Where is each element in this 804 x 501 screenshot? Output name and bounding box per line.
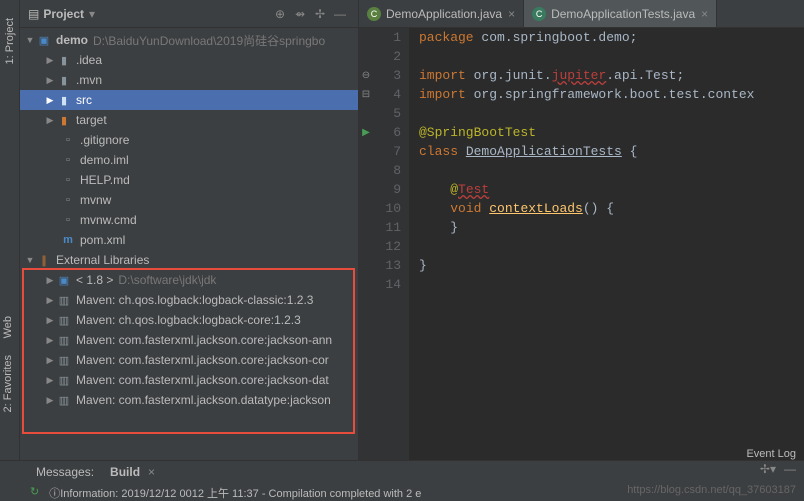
editor-tab[interactable]: CDemoApplication.java× [359,0,524,27]
messages-label: Messages: [28,463,102,481]
tree-file[interactable]: mpom.xml [20,230,358,250]
event-log-tab[interactable]: Event Log [746,448,796,460]
settings-icon[interactable]: ✢ [310,7,330,21]
editor-tab-active[interactable]: CDemoApplicationTests.java× [524,0,717,27]
maven-lib[interactable]: ▶▥Maven: com.fasterxml.jackson.core:jack… [20,330,358,350]
close-icon[interactable]: × [701,7,708,21]
collapse-icon[interactable]: ⇴ [290,7,310,21]
close-icon[interactable]: × [508,7,515,21]
gear-icon[interactable]: ✢▾ [760,462,776,476]
chevron-down-icon[interactable]: ▾ [89,7,95,21]
panel-header: ▤ Project ▾ ⊕ ⇴ ✢ — [20,0,358,28]
jdk-node[interactable]: ▶▣< 1.8 >D:\software\jdk\jdk [20,270,358,290]
class-icon: C [532,7,546,21]
hide-icon[interactable]: — [330,7,350,21]
maven-lib[interactable]: ▶▥Maven: ch.qos.logback:logback-core:1.2… [20,310,358,330]
maven-lib[interactable]: ▶▥Maven: ch.qos.logback:logback-classic:… [20,290,358,310]
project-icon: ▤ [28,7,39,21]
web-tab[interactable]: Web [0,308,16,346]
maven-lib[interactable]: ▶▥Maven: com.fasterxml.jackson.core:jack… [20,370,358,390]
tree-file[interactable]: ▫.gitignore [20,130,358,150]
tree-file[interactable]: ▫HELP.md [20,170,358,190]
tree-file[interactable]: ▫demo.iml [20,150,358,170]
tree-root[interactable]: ▼▣ demo D:\BaiduYunDownload\2019尚硅谷sprin… [20,30,358,50]
info-icon: ⓘ [49,485,60,501]
line-numbers: 1234567891011121314 [373,28,409,460]
hide-icon[interactable]: — [784,462,796,476]
gutter-icons: ⊖⊟ ▶ [359,28,373,460]
messages-tools: ✢▾ — [760,462,796,476]
tree-folder-idea[interactable]: ▶▮.idea [20,50,358,70]
build-message: Information: 2019/12/12 0012 上午 11:37 - … [60,485,421,501]
panel-title: Project [43,7,84,21]
maven-lib[interactable]: ▶▥Maven: com.fasterxml.jackson.datatype:… [20,390,358,410]
close-icon[interactable]: × [148,465,155,479]
favorites-tab[interactable]: 2: Favorites [0,347,16,420]
tree-folder-mvn[interactable]: ▶▮.mvn [20,70,358,90]
rerun-icon[interactable]: ↻ [30,485,39,498]
code-editor[interactable]: ⊖⊟ ▶ 1234567891011121314 package com.spr… [359,28,804,460]
class-icon: C [367,7,381,21]
project-tree: ▼▣ demo D:\BaiduYunDownload\2019尚硅谷sprin… [20,28,358,460]
tree-file[interactable]: ▫mvnw.cmd [20,210,358,230]
maven-lib[interactable]: ▶▥Maven: com.fasterxml.jackson.core:jack… [20,350,358,370]
run-icon[interactable]: ▶ [359,123,373,142]
tree-file[interactable]: ▫mvnw [20,190,358,210]
external-libraries[interactable]: ▼∥External Libraries [20,250,358,270]
watermark: https://blog.csdn.net/qq_37603187 [627,484,796,496]
editor-area: CDemoApplication.java× CDemoApplicationT… [358,0,804,460]
build-tab[interactable]: Build [102,463,148,481]
tree-folder-target[interactable]: ▶▮target [20,110,358,130]
project-panel: ▤ Project ▾ ⊕ ⇴ ✢ — ▼▣ demo D:\BaiduYunD… [20,0,358,460]
locate-icon[interactable]: ⊕ [270,7,290,21]
project-tool-tab[interactable]: 1: Project [2,10,18,72]
editor-tabs: CDemoApplication.java× CDemoApplicationT… [359,0,804,28]
tree-folder-src[interactable]: ▶▮src [20,90,358,110]
code-content[interactable]: package com.springboot.demo; import org.… [409,28,804,460]
